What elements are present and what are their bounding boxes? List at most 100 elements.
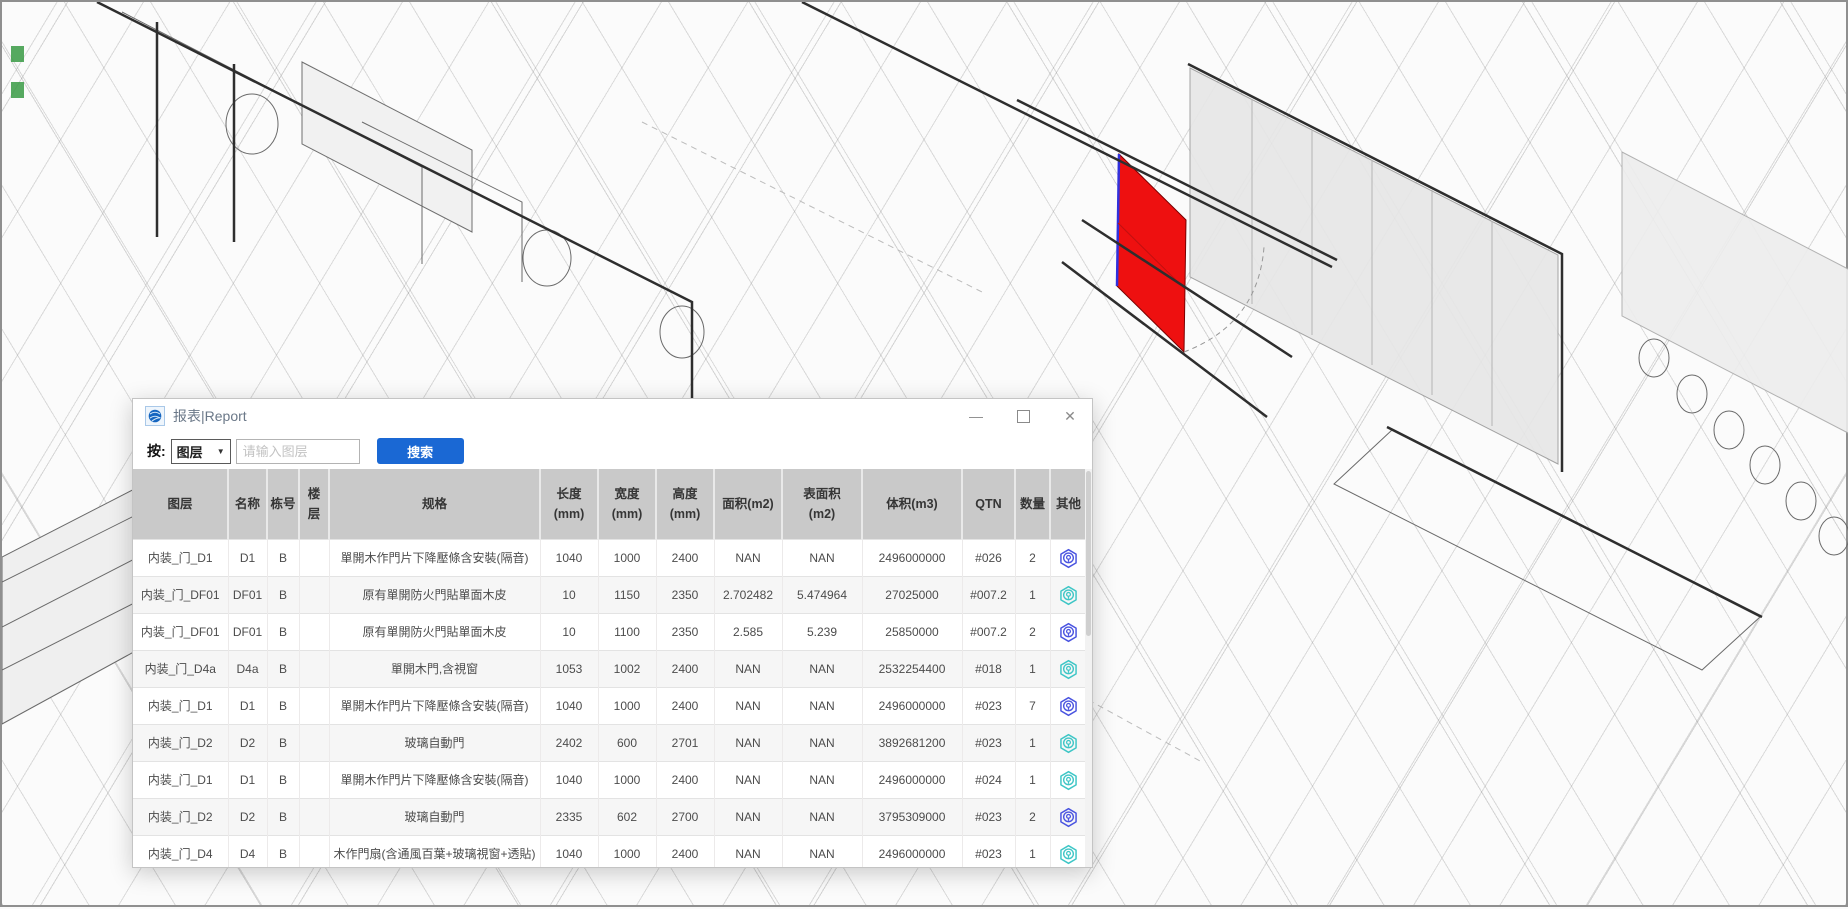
table-cell: 1 (1015, 577, 1050, 614)
table-row[interactable]: 内装_门_D2D2B玻璃自動門23356022700NANNAN37953090… (133, 799, 1086, 836)
table-cell: 内装_门_D4 (133, 836, 228, 869)
table-cell: 7 (1015, 688, 1050, 725)
table-cell: 27025000 (862, 577, 962, 614)
locate-in-model-icon[interactable] (1058, 696, 1079, 717)
table-row[interactable]: 内装_门_D4D4B木作門扇(含通風百葉+玻璃視窗+透貼)10401000240… (133, 836, 1086, 869)
search-button[interactable]: 搜索 (377, 438, 464, 464)
table-cell: 2496000000 (862, 762, 962, 799)
table-cell: D2 (228, 725, 267, 762)
table-cell: 600 (598, 725, 656, 762)
table-cell: NAN (714, 651, 782, 688)
table-cell: 10 (540, 614, 598, 651)
table-cell: 内装_门_D1 (133, 688, 228, 725)
close-button[interactable]: ✕ (1062, 408, 1078, 424)
table-cell: 單開木門,含視窗 (329, 651, 540, 688)
table-cell (299, 614, 329, 651)
table-cell: #018 (962, 651, 1015, 688)
table-cell: B (267, 688, 299, 725)
locate-in-model-icon[interactable] (1058, 659, 1079, 680)
table-scrollbar[interactable] (1085, 469, 1092, 868)
table-row[interactable]: 内装_门_D1D1B單開木作門片下降壓條含安裝(隔音)104010002400N… (133, 540, 1086, 577)
report-table-wrap: 图层名称栋号楼层规格长度(mm)宽度(mm)高度(mm)面积(m2)表面积(m2… (133, 469, 1092, 868)
filter-by-label: 按: (147, 441, 166, 461)
report-table: 图层名称栋号楼层规格长度(mm)宽度(mm)高度(mm)面积(m2)表面积(m2… (133, 469, 1086, 868)
table-cell: #023 (962, 836, 1015, 869)
table-cell: 2400 (656, 651, 714, 688)
plant-markers (11, 46, 24, 98)
table-cell: 2.585 (714, 614, 782, 651)
table-row[interactable]: 内装_门_DF01DF01B原有單開防火門貼單面木皮10115023502.70… (133, 577, 1086, 614)
table-cell: 2400 (656, 688, 714, 725)
column-header: 体积(m3) (862, 469, 962, 540)
scrollbar-thumb[interactable] (1086, 471, 1091, 636)
table-cell: 2335 (540, 799, 598, 836)
column-header: 楼层 (299, 469, 329, 540)
locate-in-model-icon[interactable] (1058, 548, 1079, 569)
table-cell: 1150 (598, 577, 656, 614)
column-header: 栋号 (267, 469, 299, 540)
table-cell: #007.2 (962, 614, 1015, 651)
table-row[interactable]: 内装_门_D1D1B單開木作門片下降壓條含安裝(隔音)104010002400N… (133, 762, 1086, 799)
table-cell: 1040 (540, 836, 598, 869)
locate-in-model-icon[interactable] (1058, 733, 1079, 754)
table-cell: NAN (714, 762, 782, 799)
table-cell: 内装_门_D1 (133, 540, 228, 577)
table-cell: #026 (962, 540, 1015, 577)
table-cell: 2 (1015, 540, 1050, 577)
table-cell-other (1050, 651, 1086, 688)
table-cell: 3795309000 (862, 799, 962, 836)
table-cell-other (1050, 577, 1086, 614)
table-cell: NAN (782, 540, 862, 577)
locate-in-model-icon[interactable] (1058, 807, 1079, 828)
table-cell: B (267, 762, 299, 799)
locate-in-model-icon[interactable] (1058, 770, 1079, 791)
table-row[interactable]: 内装_门_DF01DF01B原有單開防火門貼單面木皮10110023502.58… (133, 614, 1086, 651)
table-cell: 25850000 (862, 614, 962, 651)
table-cell: NAN (714, 725, 782, 762)
table-cell: 2496000000 (862, 540, 962, 577)
chevron-down-icon: ▼ (217, 447, 225, 456)
table-cell: B (267, 577, 299, 614)
table-row[interactable]: 内装_门_D4aD4aB單開木門,含視窗105310022400NANNAN25… (133, 651, 1086, 688)
table-cell-other (1050, 540, 1086, 577)
table-cell: D4a (228, 651, 267, 688)
table-cell: 2402 (540, 725, 598, 762)
table-cell: D4 (228, 836, 267, 869)
table-cell: NAN (714, 688, 782, 725)
column-header: QTN (962, 469, 1015, 540)
locate-in-model-icon[interactable] (1058, 585, 1079, 606)
door-panel[interactable] (1117, 154, 1186, 352)
filter-bar: 按: 图层 ▼ 搜索 (133, 433, 1092, 469)
table-cell: NAN (782, 688, 862, 725)
dialog-title: 报表|Report (173, 406, 247, 426)
column-header: 长度(mm) (540, 469, 598, 540)
filter-type-dropdown[interactable]: 图层 ▼ (171, 439, 231, 464)
dialog-titlebar[interactable]: 报表|Report — ✕ (133, 399, 1092, 433)
filter-keyword-input[interactable] (236, 439, 360, 464)
maximize-button[interactable] (1015, 408, 1031, 424)
table-cell (299, 577, 329, 614)
table-cell: 5.239 (782, 614, 862, 651)
column-header: 面积(m2) (714, 469, 782, 540)
table-cell: 1040 (540, 688, 598, 725)
table-cell: 2496000000 (862, 836, 962, 869)
minimize-button[interactable]: — (968, 408, 984, 424)
table-cell (299, 688, 329, 725)
locate-in-model-icon[interactable] (1058, 844, 1079, 865)
highlighted-door[interactable] (1117, 154, 1186, 352)
table-cell: 1053 (540, 651, 598, 688)
table-row[interactable]: 内装_门_D1D1B單開木作門片下降壓條含安裝(隔音)104010002400N… (133, 688, 1086, 725)
table-cell (299, 651, 329, 688)
table-cell: 内装_门_D2 (133, 725, 228, 762)
table-cell: #023 (962, 725, 1015, 762)
report-table-body: 内装_门_D1D1B單開木作門片下降壓條含安裝(隔音)104010002400N… (133, 540, 1086, 869)
locate-in-model-icon[interactable] (1058, 622, 1079, 643)
table-row[interactable]: 内装_门_D2D2B玻璃自動門24026002701NANNAN38926812… (133, 725, 1086, 762)
table-cell: NAN (714, 836, 782, 869)
table-cell: 内装_门_DF01 (133, 577, 228, 614)
table-cell: 2350 (656, 577, 714, 614)
table-cell: 602 (598, 799, 656, 836)
table-cell: 玻璃自動門 (329, 725, 540, 762)
table-cell: 2532254400 (862, 651, 962, 688)
table-cell: 2 (1015, 614, 1050, 651)
